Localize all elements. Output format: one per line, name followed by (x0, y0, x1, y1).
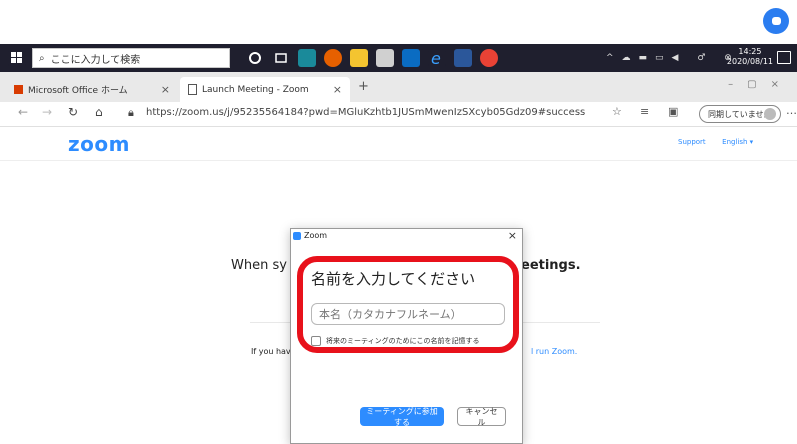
clock-date: 2020/08/11 (726, 57, 773, 66)
dialog-title: Zoom (304, 231, 328, 240)
task-view-icon[interactable] (272, 49, 290, 67)
tab-launch-meeting[interactable]: Launch Meeting - Zoom × (180, 77, 350, 102)
edge-browser-icon[interactable] (298, 49, 316, 67)
launch-message-end: eetings. (521, 258, 581, 273)
refresh-icon[interactable]: ↻ (68, 105, 78, 119)
enter-name-dialog: Zoom × 名前を入力してください 将来のミーティングのためにこの名前を記憶す… (290, 228, 523, 444)
mail-icon[interactable] (402, 49, 420, 67)
launch-message-start: When sy (231, 258, 287, 273)
language-link[interactable]: English ▾ (722, 138, 753, 146)
join-meeting-button[interactable]: ミーティングに参加する (360, 407, 444, 427)
new-tab-icon[interactable]: + (358, 79, 369, 94)
word-icon[interactable] (454, 49, 472, 67)
cancel-button[interactable]: キャンセル (457, 407, 506, 427)
forward-icon[interactable]: → (42, 105, 52, 119)
header-links: Support English ▾ (678, 138, 753, 146)
zoom-app-icon (293, 231, 301, 240)
tab-office-home[interactable]: Microsoft Office ホーム × (6, 77, 178, 102)
name-input[interactable] (311, 303, 505, 325)
dialog-titlebar: Zoom (293, 231, 327, 240)
windows-start-icon[interactable] (8, 49, 26, 67)
svg-text:e: e (431, 49, 441, 67)
browser-tab-bar: Microsoft Office ホーム × Launch Meeting - … (0, 72, 797, 102)
address-bar-url[interactable]: https://zoom.us/j/95235564184?pwd=MGluKz… (146, 107, 585, 118)
favorites-list-icon[interactable]: ≡ (640, 105, 649, 118)
notification-icon[interactable] (777, 51, 791, 64)
run-zoom-link[interactable]: l run Zoom. (531, 347, 577, 356)
cortana-icon[interactable] (246, 49, 264, 67)
taskbar-clock[interactable]: 14:25 2020/08/11 (727, 47, 773, 67)
ie-icon[interactable]: e (428, 49, 446, 68)
close-icon[interactable]: × (333, 83, 342, 96)
remember-name-option[interactable]: 将来のミーティングのためにこの名前を記憶する (311, 336, 479, 346)
windows-taskbar: ⌕ ここに入力して検索 e ^☁▬▭◀ ♂ ⊗ 14:25 2020/08/11 (0, 44, 797, 72)
avatar (764, 108, 776, 120)
store-icon[interactable] (376, 49, 394, 67)
collections-icon[interactable]: ▣ (668, 105, 678, 118)
browser-toolbar: ← → ↻ ⌂ 🔒︎ https://zoom.us/j/95235564184… (0, 102, 797, 127)
page-icon (188, 84, 197, 95)
help-text-start: If you have (251, 347, 296, 356)
window-controls[interactable]: –▢× (728, 79, 793, 90)
dialog-heading: 名前を入力してください (311, 270, 476, 288)
header-divider (0, 160, 797, 161)
explorer-icon[interactable] (350, 49, 368, 67)
system-tray-icons[interactable]: ^☁▬▭◀ ♂ ⊗ (606, 53, 740, 63)
clock-time: 14:25 (738, 47, 762, 56)
tab-label: Launch Meeting - Zoom (202, 84, 309, 95)
favorite-star-icon[interactable]: ☆ (612, 105, 622, 118)
firefox-icon[interactable] (324, 49, 342, 67)
remember-name-checkbox[interactable] (311, 336, 321, 346)
taskbar-search-placeholder: ここに入力して検索 (50, 54, 141, 66)
chat-bubble-icon[interactable] (763, 8, 789, 34)
lock-icon: 🔒︎ (128, 106, 134, 119)
home-icon[interactable]: ⌂ (95, 105, 103, 119)
office-icon (14, 85, 23, 94)
profile-sync-button[interactable]: 同期していません (699, 105, 781, 123)
close-icon[interactable]: × (161, 83, 170, 96)
back-icon[interactable]: ← (18, 105, 28, 119)
close-icon[interactable]: × (508, 229, 517, 242)
remember-name-label: 将来のミーティングのためにこの名前を記憶する (326, 337, 480, 345)
sync-label: 同期していません (708, 109, 772, 119)
zoom-logo[interactable]: zoom (68, 132, 130, 156)
search-icon: ⌕ (39, 52, 45, 64)
tab-label: Microsoft Office ホーム (28, 86, 128, 96)
chrome-icon[interactable] (480, 49, 498, 67)
support-link[interactable]: Support (678, 138, 706, 146)
taskbar-search-input[interactable]: ⌕ ここに入力して検索 (32, 48, 230, 68)
more-icon[interactable]: … (786, 104, 797, 117)
